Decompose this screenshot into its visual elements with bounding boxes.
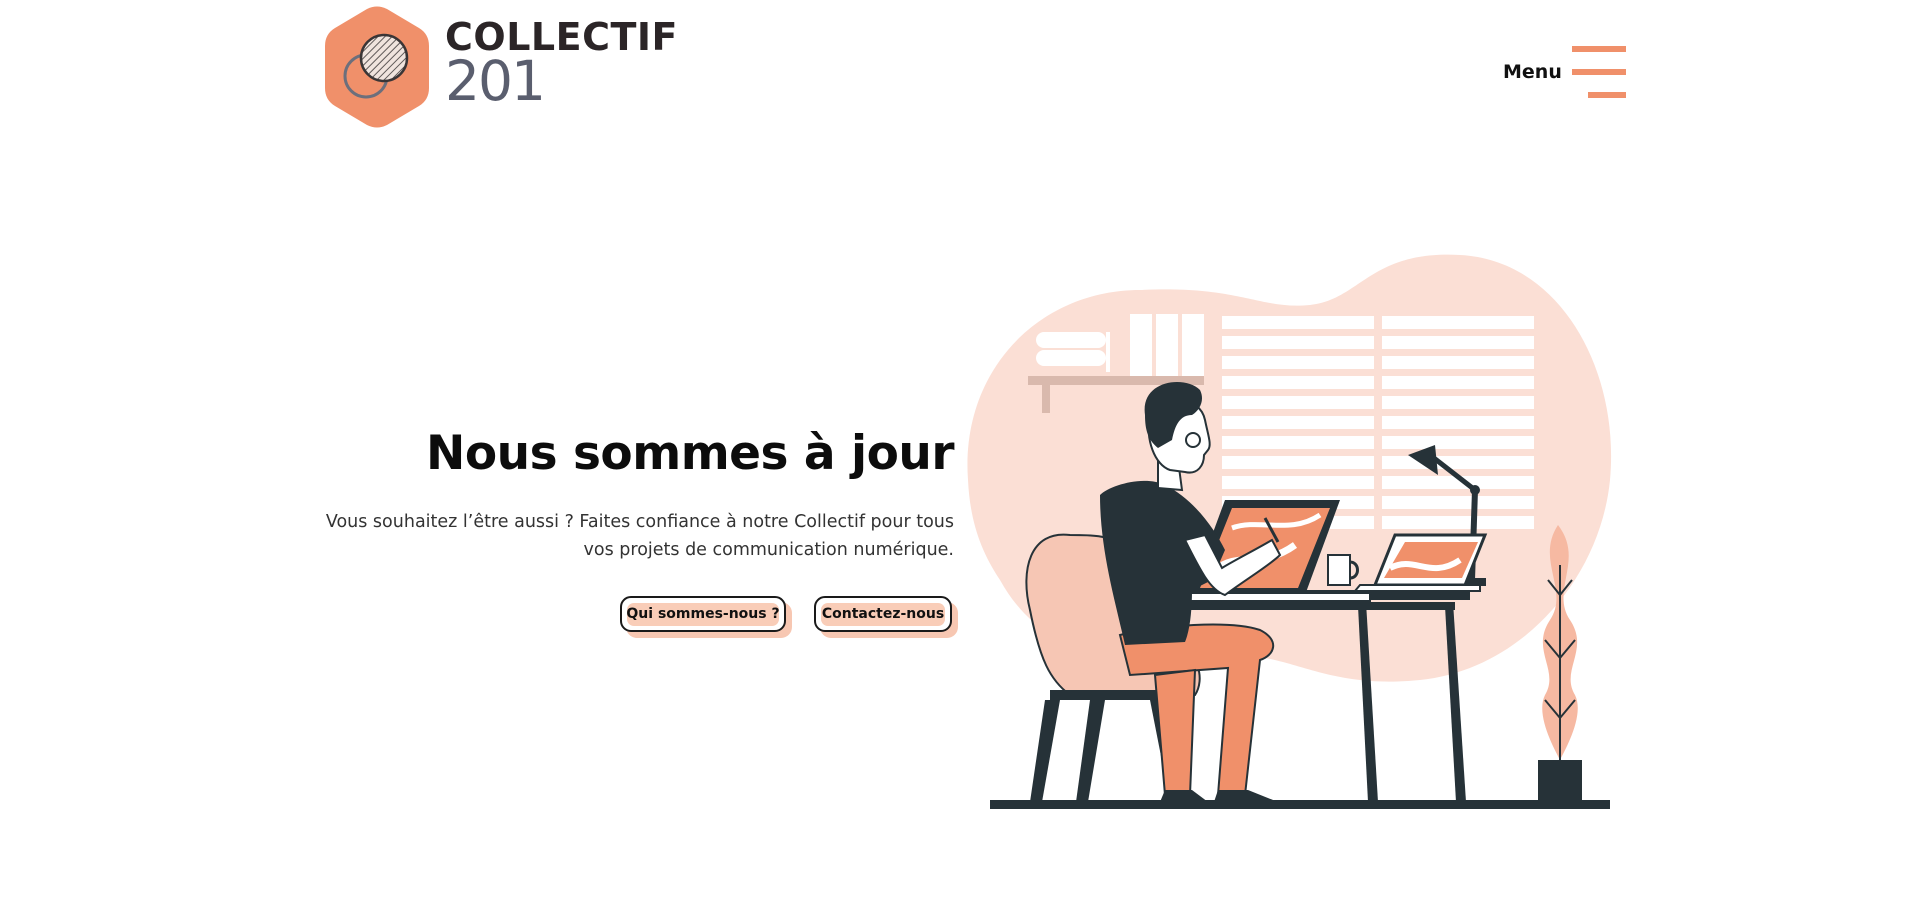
hero-title: Nous sommes à jour	[426, 426, 954, 481]
logo-text: COLLECTIF 201	[445, 18, 678, 109]
menu-label: Menu	[1503, 61, 1562, 83]
about-us-button[interactable]: Qui sommes-nous ?	[620, 596, 786, 632]
page: COLLECTIF 201 Menu Nous sommes à jour Vo…	[0, 0, 1920, 915]
contact-us-button[interactable]: Contactez-nous	[814, 596, 952, 632]
menu-toggle[interactable]: Menu	[1503, 44, 1626, 100]
hero-description: Vous souhaitez l’être aussi ? Faites con…	[325, 512, 954, 560]
hamburger-menu-icon	[1571, 44, 1626, 100]
logo-number: 201	[445, 48, 546, 113]
site-logo[interactable]: COLLECTIF 201	[323, 6, 678, 128]
logo-hexagon-icon	[325, 6, 429, 128]
contact-us-button-label: Contactez-nous	[821, 606, 945, 622]
hero-illustration	[967, 254, 1612, 809]
about-us-button-label: Qui sommes-nous ?	[626, 606, 780, 622]
